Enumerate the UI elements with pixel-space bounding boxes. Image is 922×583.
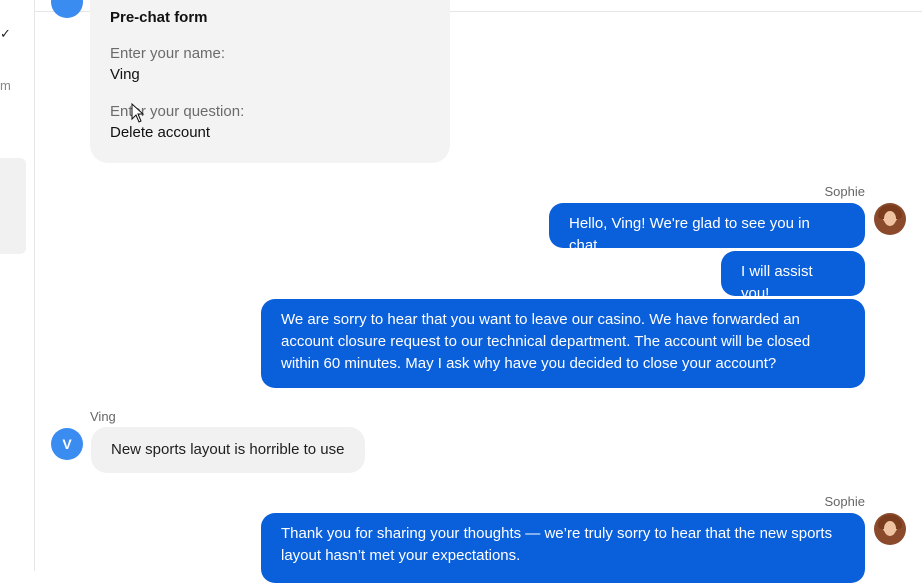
message-text: I will assist you!: [741, 263, 813, 302]
message-text: Thank you for sharing your thoughts — we…: [281, 525, 833, 564]
mouse-cursor-icon: [131, 103, 145, 123]
agent-message: I will assist you!: [721, 251, 865, 302]
agent-avatar: [874, 513, 906, 545]
left-rail: ✓ m: [0, 0, 35, 571]
message-text: Hello, Ving! We're glad to see you in ch…: [569, 215, 810, 254]
rail-panel[interactable]: [0, 158, 26, 254]
user-message: New sports layout is horrible to use: [91, 427, 365, 473]
user-avatar: [51, 0, 83, 18]
name-value: Ving: [110, 66, 140, 83]
rail-text: m: [0, 78, 11, 93]
prechat-form-card: Pre-chat form Enter your name: Ving Ente…: [90, 0, 450, 163]
agent-message: We are sorry to hear that you want to le…: [261, 299, 865, 388]
message-text: New sports layout is horrible to use: [111, 441, 345, 458]
sender-name: Sophie: [824, 184, 865, 199]
agent-message: Hello, Ving! We're glad to see you in ch…: [549, 203, 865, 254]
sender-name: Ving: [90, 409, 116, 424]
prechat-title: Pre-chat form: [110, 9, 208, 26]
agent-avatar: [874, 203, 906, 235]
user-avatar: V: [51, 428, 83, 460]
message-text: We are sorry to hear that you want to le…: [281, 311, 811, 372]
sender-name: Sophie: [824, 494, 865, 509]
question-value: Delete account: [110, 124, 211, 141]
check-icon: ✓: [0, 26, 11, 41]
name-label: Enter your name:: [110, 45, 226, 62]
agent-message: Thank you for sharing your thoughts — we…: [261, 513, 865, 583]
